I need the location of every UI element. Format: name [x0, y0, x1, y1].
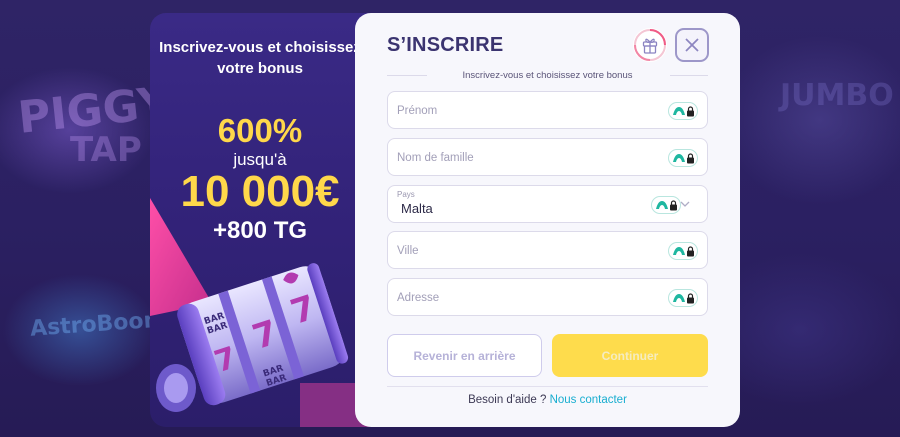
autofill-icon	[673, 247, 685, 255]
gift-icon	[634, 29, 666, 61]
first-name-field[interactable]: Prénom	[387, 91, 708, 129]
signup-form-panel: S’INSCRIRE Inscrivez-vous et choisissez …	[355, 13, 740, 427]
bg-game-title: AstroBoom	[29, 307, 168, 342]
last-name-placeholder: Nom de famille	[397, 152, 474, 164]
lock-icon	[687, 153, 694, 164]
autofill-icon	[673, 154, 685, 162]
close-icon	[685, 38, 699, 52]
last-name-field[interactable]: Nom de famille	[387, 138, 708, 176]
continue-button[interactable]: Continuer	[552, 334, 708, 377]
promo-heading: Inscrivez-vous et choisissez votre bonus	[159, 39, 361, 77]
lock-icon	[670, 200, 677, 211]
bonus-extra: +800 TG	[212, 217, 308, 244]
form-subtitle: Inscrivez-vous et choisissez votre bonus	[462, 70, 633, 81]
divider	[387, 386, 708, 387]
bonus-promo-panel: BAR BAR 7 7 7 BAR BAR Inscrivez-vous et …	[150, 13, 370, 427]
help-question: Besoin d'aide ?	[468, 394, 547, 406]
country-value: Malta	[401, 201, 433, 216]
bg-game-title: JUMBO	[780, 78, 894, 113]
lock-icon	[687, 246, 694, 257]
lock-icon	[687, 106, 694, 117]
city-field[interactable]: Ville	[387, 231, 708, 269]
city-placeholder: Ville	[397, 245, 419, 257]
lock-icon	[687, 293, 694, 304]
back-button[interactable]: Revenir en arrière	[387, 334, 542, 377]
bg-game-title: TAP	[70, 130, 142, 170]
first-name-placeholder: Prénom	[397, 105, 438, 117]
bonus-percent: 600%	[217, 112, 303, 149]
chevron-down-icon	[680, 201, 690, 207]
close-button[interactable]	[675, 28, 709, 62]
form-title: S’INSCRIRE	[387, 34, 504, 56]
form-subtitle-row: Inscrivez-vous et choisissez votre bonus	[387, 69, 708, 83]
autofill-lock-toggle[interactable]	[668, 289, 698, 307]
country-label: Pays	[397, 190, 415, 199]
autofill-lock-toggle[interactable]	[668, 149, 698, 167]
autofill-lock-toggle[interactable]	[668, 102, 698, 120]
contact-us-link[interactable]: Nous contacter	[550, 394, 627, 406]
autofill-lock-toggle[interactable]	[651, 196, 681, 214]
signup-modal: BAR BAR 7 7 7 BAR BAR Inscrivez-vous et …	[150, 13, 740, 427]
autofill-icon	[673, 107, 685, 115]
autofill-lock-toggle[interactable]	[668, 242, 698, 260]
bonus-gift-button[interactable]	[633, 28, 667, 62]
address-field[interactable]: Adresse	[387, 278, 708, 316]
bonus-amount: 10 000€	[180, 167, 340, 216]
autofill-icon	[673, 294, 685, 302]
help-text: Besoin d'aide ? Nous contacter	[355, 394, 740, 406]
address-placeholder: Adresse	[397, 292, 440, 304]
autofill-icon	[656, 201, 668, 209]
country-select[interactable]: Pays Malta	[387, 185, 708, 223]
